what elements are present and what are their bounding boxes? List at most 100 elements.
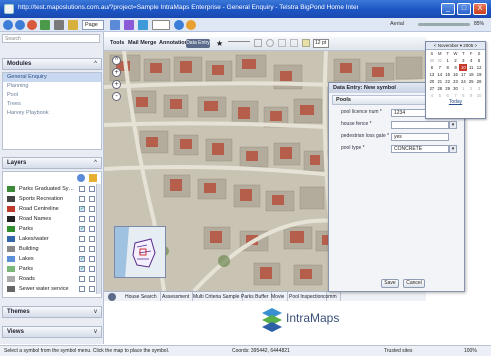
eraser-icon[interactable] (302, 39, 310, 47)
status-zoom[interactable]: 100% (464, 346, 477, 356)
save-button[interactable]: Save (381, 279, 399, 288)
layer-select-checkbox[interactable] (89, 256, 95, 262)
layer-select-checkbox[interactable] (89, 226, 95, 232)
dropdown-arrow-icon[interactable]: ▾ (449, 145, 457, 153)
legend-icon[interactable] (89, 174, 97, 182)
transparency-slider[interactable] (418, 23, 470, 26)
calendar-day[interactable]: 3 (475, 85, 483, 92)
go-icon[interactable] (174, 20, 184, 30)
layer-select-checkbox[interactable] (89, 206, 95, 212)
calendar-year[interactable]: 2005 (463, 43, 473, 48)
calendar-day[interactable]: 5 (475, 57, 483, 64)
line-style-icon[interactable] (228, 41, 250, 42)
calendar-day[interactable]: 2 (467, 85, 475, 92)
layer-visible-checkbox[interactable] (79, 204, 85, 214)
module-item[interactable]: Harvey Playbook (3, 109, 101, 118)
overview-map[interactable] (114, 226, 166, 278)
themes-header[interactable]: Themes v (2, 306, 102, 318)
field-input[interactable]: yes (391, 133, 449, 141)
data-entry-button[interactable]: Data Entry (186, 39, 210, 48)
back-icon[interactable] (3, 20, 13, 30)
field-select[interactable]: CONCRETE ▾ (391, 145, 457, 153)
collapse-icon[interactable]: ^ (94, 158, 97, 169)
circle-icon[interactable] (266, 39, 274, 47)
text-icon[interactable] (290, 39, 298, 47)
minimize-button[interactable]: _ (441, 3, 455, 15)
font-size-select[interactable]: 12 pt (313, 39, 329, 48)
next-month-icon[interactable]: > (475, 43, 478, 48)
layer-visible-checkbox[interactable] (79, 186, 85, 192)
layer-select-checkbox[interactable] (89, 196, 95, 202)
calendar-day[interactable]: 6 (444, 92, 452, 99)
layer-select-checkbox[interactable] (89, 186, 95, 192)
layer-select-checkbox[interactable] (89, 266, 95, 272)
page-menu[interactable]: Page (82, 20, 104, 30)
search-input[interactable]: Search (2, 34, 100, 43)
zoom-in-icon[interactable]: + (112, 80, 121, 89)
calendar-day[interactable]: 15 (444, 71, 452, 78)
cancel-button[interactable]: Cancel (403, 279, 425, 288)
calendar-day[interactable]: 18 (467, 71, 475, 78)
layer-select-checkbox[interactable] (89, 286, 95, 292)
layers-header[interactable]: Layers ^ (2, 157, 102, 169)
calendar-day[interactable]: 4 (428, 92, 436, 99)
favorites-icon[interactable] (68, 20, 78, 30)
expand-icon[interactable]: v (94, 307, 97, 318)
calendar-day[interactable]: 30 (428, 57, 436, 64)
calendar-day[interactable]: 1 (444, 57, 452, 64)
maximize-button[interactable]: □ (457, 3, 471, 15)
calendar-day[interactable]: 4 (467, 57, 475, 64)
layer-visible-checkbox[interactable] (79, 236, 85, 242)
zoom-out-icon[interactable]: - (112, 92, 121, 101)
layer-visible-checkbox[interactable] (79, 246, 85, 252)
calendar-day[interactable]: 9 (452, 64, 460, 71)
views-header[interactable]: Views v (2, 326, 102, 338)
layer-visible-checkbox[interactable] (79, 216, 85, 222)
calendar-day[interactable]: 5 (436, 92, 444, 99)
layer-visible-checkbox[interactable] (79, 286, 85, 292)
tab-tools[interactable]: Tools (110, 40, 124, 46)
calendar-day[interactable]: 6 (428, 64, 436, 71)
layer-visible-checkbox[interactable] (79, 224, 85, 234)
calendar-day[interactable]: 19 (475, 71, 483, 78)
layer-select-checkbox[interactable] (89, 246, 95, 252)
tab-annotation[interactable]: Annotation (159, 40, 188, 46)
print-icon[interactable] (54, 20, 64, 30)
layer-visible-checkbox[interactable] (79, 254, 85, 264)
calendar-day[interactable]: 25 (467, 78, 475, 85)
calendar-day[interactable]: 23 (452, 78, 460, 85)
refresh-icon[interactable] (77, 174, 85, 182)
layers-scrollbar[interactable] (96, 184, 101, 294)
module-item[interactable]: Pool (3, 91, 101, 100)
calendar-day[interactable]: 22 (444, 78, 452, 85)
calendar-day[interactable]: 8 (459, 92, 467, 99)
calendar-day[interactable]: 11 (467, 64, 475, 71)
stop-icon[interactable] (27, 20, 37, 30)
calendar-day[interactable]: 26 (475, 78, 483, 85)
tools-icon[interactable] (110, 20, 120, 30)
pan-up-icon[interactable]: ^ (112, 56, 121, 65)
calendar-day[interactable]: 10 (459, 64, 468, 71)
calendar-day[interactable]: 28 (436, 85, 444, 92)
calendar-day[interactable]: 16 (452, 71, 460, 78)
layer-visible-checkbox[interactable] (79, 264, 85, 274)
layer-select-checkbox[interactable] (89, 236, 95, 242)
calendar-day[interactable]: 12 (475, 64, 483, 71)
field-select[interactable]: ▾ (391, 121, 457, 129)
calendar-day[interactable]: 8 (444, 64, 452, 71)
forward-icon[interactable] (15, 20, 25, 30)
star-icon[interactable]: ★ (216, 39, 223, 48)
address-box[interactable] (152, 20, 170, 30)
collapse-icon[interactable]: ^ (94, 59, 97, 70)
calendar-day[interactable]: 24 (459, 78, 467, 85)
calendar-day[interactable]: 21 (436, 78, 444, 85)
calendar-day[interactable]: 10 (475, 92, 483, 99)
calendar-day[interactable]: 17 (459, 71, 467, 78)
module-item[interactable]: Planning (3, 82, 101, 91)
calendar-day[interactable]: 29 (444, 85, 452, 92)
module-item[interactable]: Trees (3, 100, 101, 109)
calendar-day[interactable]: 3 (459, 57, 467, 64)
today-link[interactable]: Today (426, 99, 485, 105)
layer-select-checkbox[interactable] (89, 216, 95, 222)
calendar-day[interactable]: 7 (436, 64, 444, 71)
